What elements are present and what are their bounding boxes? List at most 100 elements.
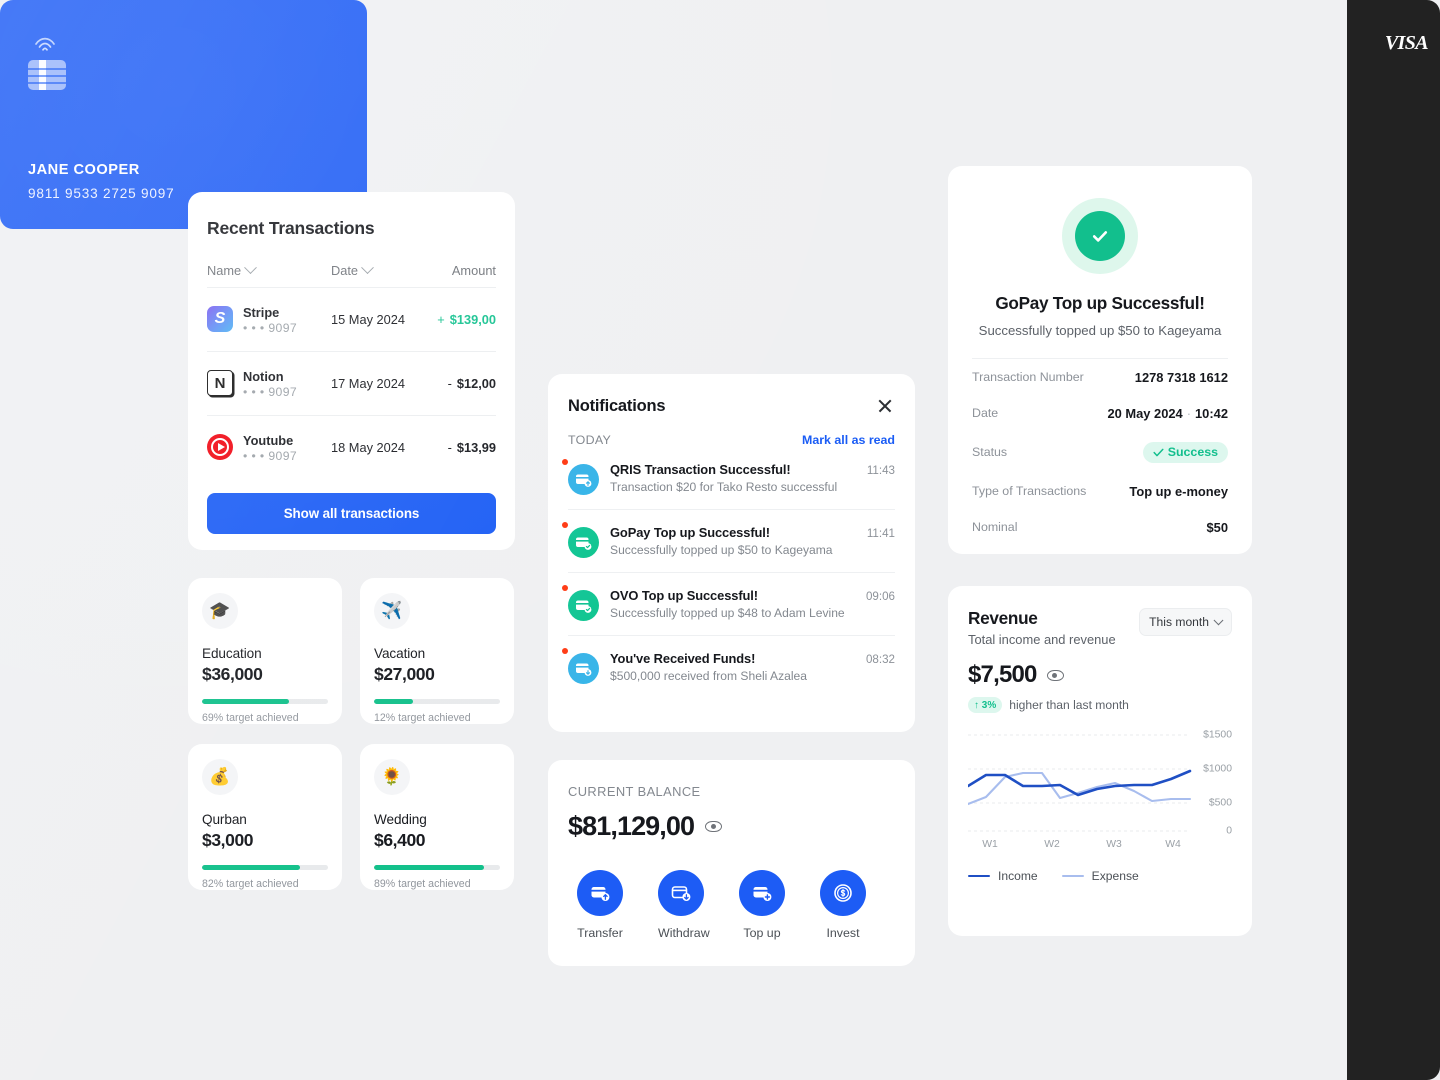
notification-body: QRIS Transaction Successful! Transaction… [610, 462, 856, 494]
notification-time: 09:06 [865, 590, 895, 603]
period-label: This month [1149, 615, 1209, 629]
notification-detail: Transaction $20 for Tako Resto successfu… [610, 480, 838, 494]
notification-body: GoPay Top up Successful! Successfully to… [610, 525, 856, 557]
transfer-button[interactable]: Transfer [577, 870, 623, 940]
receipt-row-status: Status Success [972, 431, 1228, 473]
receipt-key: Nominal [972, 520, 1018, 534]
receipt-value: Top up e-money [1129, 483, 1228, 499]
card-withdraw-icon [658, 870, 704, 916]
credit-card[interactable]: JANE COOPER 9811 9533 2725 9097 VISA [0, 0, 1440, 1080]
withdraw-button[interactable]: Withdraw [658, 870, 710, 940]
revenue-subtitle: Total income and revenue [968, 632, 1116, 647]
receipt-value: $50 [1206, 519, 1228, 535]
balance-label: CURRENT BALANCE [568, 784, 701, 799]
eye-icon[interactable] [1046, 669, 1064, 681]
notification-heading: GoPay Top up Successful! [610, 525, 770, 540]
list-item[interactable]: QRIS Transaction Successful! Transaction… [562, 447, 895, 510]
status-badge: Success [1142, 441, 1228, 463]
action-label: Top up [743, 926, 781, 940]
receipt-value: 20 May 2024 · 10:42 [1107, 406, 1228, 421]
receipt-row-nominal: Nominal $50 [972, 509, 1228, 545]
dashboard-canvas: Recent Transactions Name Date Amount S S… [0, 0, 1440, 1080]
chart-series-expense [968, 771, 1192, 806]
check-circle-icon [1075, 211, 1125, 261]
eye-icon[interactable] [705, 821, 723, 832]
x-tick-w2: W2 [1044, 839, 1060, 850]
revenue-header: Revenue Total income and revenue This mo… [968, 608, 1232, 647]
legend-label: Expense [1091, 869, 1139, 883]
balance-amount: $81,129,00 [568, 811, 695, 841]
revenue-delta: ↑ 3% higher than last month [968, 697, 1232, 713]
notifications-header: Notifications [568, 396, 895, 416]
cardholder-name: JANE COOPER [28, 162, 140, 178]
invest-button[interactable]: Invest [820, 870, 866, 940]
notifications-card: Notifications TODAY Mark all as read QRI… [548, 374, 915, 732]
unread-dot-icon [562, 648, 568, 654]
receipt-time: 10:42 [1195, 405, 1228, 421]
receipt-key: Status [972, 445, 1008, 459]
chart-series-income [968, 769, 1192, 797]
notification-detail: Successfully topped up $50 to Kageyama [610, 543, 833, 557]
unread-dot-icon [562, 459, 568, 465]
notifications-title: Notifications [568, 396, 666, 415]
contactless-icon [35, 37, 55, 51]
receipt-row-date: Date 20 May 2024 · 10:42 [972, 395, 1228, 431]
y-tick-1000: $1000 [1203, 763, 1232, 775]
delta-badge: ↑ 3% [968, 697, 1003, 713]
card-topup-icon [739, 870, 785, 916]
chart-legend: Income Expense [968, 869, 1232, 883]
receipt-value: 1278 7318 1612 [1134, 369, 1228, 385]
period-select[interactable]: This month [1139, 608, 1232, 636]
chip-icon [28, 60, 66, 90]
card-upload-icon [568, 464, 599, 495]
chevron-down-icon [1213, 614, 1224, 625]
list-item[interactable]: GoPay Top up Successful! Successfully to… [562, 510, 895, 573]
balance-actions: Transfer Withdraw Top up Invest [568, 870, 895, 940]
legend-item-expense: Expense [1061, 869, 1139, 883]
revenue-card: Revenue Total income and revenue This mo… [948, 586, 1252, 936]
card-check-icon [568, 590, 599, 621]
notification-icon-wrap [562, 522, 599, 558]
current-balance-card: CURRENT BALANCE $81,129,00 Transfer With… [548, 760, 915, 966]
receipt-title: GoPay Top up Successful! [995, 293, 1205, 313]
revenue-amount-row: $7,500 [968, 661, 1232, 689]
notification-icon-wrap [562, 648, 599, 684]
chart-svg [968, 734, 1192, 832]
topup-button[interactable]: Top up [739, 870, 785, 940]
unread-dot-icon [562, 585, 568, 591]
y-tick-0: 0 [1226, 825, 1232, 837]
list-item[interactable]: You've Received Funds! $500,000 received… [562, 636, 895, 698]
x-tick-w3: W3 [1106, 839, 1122, 850]
card-number: 9811 9533 2725 9097 [28, 186, 175, 201]
notification-heading: OVO Top up Successful! [610, 588, 758, 603]
receipt-subtitle: Successfully topped up $50 to Kageyama [978, 323, 1222, 338]
status-label: Success [1167, 445, 1218, 459]
notification-body: OVO Top up Successful! Successfully topp… [610, 588, 855, 620]
notification-icon-wrap [562, 459, 599, 495]
revenue-amount: $7,500 [968, 661, 1037, 688]
transaction-receipt-card: GoPay Top up Successful! Successfully to… [948, 166, 1252, 554]
notification-time: 11:41 [866, 527, 895, 540]
legend-label: Income [998, 869, 1038, 883]
list-item[interactable]: OVO Top up Successful! Successfully topp… [562, 573, 895, 636]
check-halo [1062, 198, 1138, 274]
legend-item-income: Income [968, 869, 1038, 883]
notification-detail: Successfully topped up $48 to Adam Levin… [610, 606, 845, 620]
legend-swatch [968, 874, 990, 878]
action-label: Invest [826, 926, 860, 940]
receipt-row-transaction-number: Transaction Number 1278 7318 1612 [972, 359, 1228, 395]
x-tick-w1: W1 [982, 839, 998, 850]
legend-swatch [1061, 874, 1084, 878]
dollar-coin-icon [820, 870, 866, 916]
action-label: Transfer [577, 926, 623, 940]
notification-time: 11:43 [866, 464, 895, 477]
receipt-key: Transaction Number [972, 370, 1084, 384]
notification-detail: $500,000 received from Sheli Azalea [610, 669, 807, 683]
mark-all-as-read-button[interactable]: Mark all as read [802, 433, 895, 447]
revenue-line-chart: $1500 $1000 $500 0 [968, 727, 1232, 837]
delta-text: higher than last month [1009, 698, 1129, 712]
notification-icon-wrap [562, 585, 599, 621]
revenue-title: Revenue [968, 608, 1038, 628]
balance-amount-row: $81,129,00 [568, 811, 895, 842]
close-icon[interactable] [875, 396, 895, 416]
